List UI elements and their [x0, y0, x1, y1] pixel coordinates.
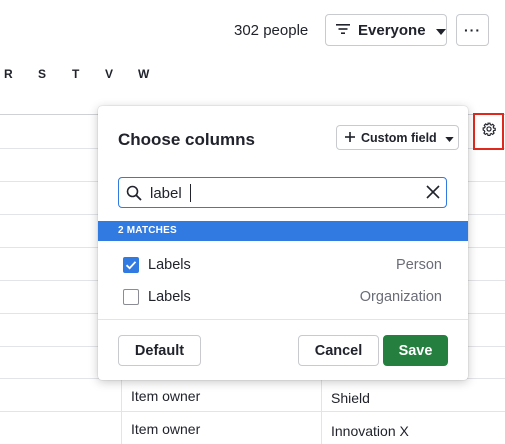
column-option-name: Labels [148, 257, 191, 273]
save-button[interactable]: Save [383, 335, 448, 366]
filter-icon [336, 22, 350, 39]
plus-icon [345, 131, 355, 145]
table-divider [0, 411, 505, 412]
alphabet-letter[interactable]: W [138, 67, 149, 81]
popup-divider [98, 319, 468, 320]
table-cell: Item owner [131, 388, 201, 404]
gear-icon [482, 122, 496, 141]
alphabet-letter[interactable]: T [72, 67, 79, 81]
column-settings-button[interactable] [473, 113, 504, 150]
filter-label: Everyone [358, 21, 426, 39]
column-option-type: Person [396, 257, 442, 273]
filter-dropdown-button[interactable]: Everyone [325, 14, 447, 46]
choose-columns-popup: Choose columns Custom field label 2 MATC… [98, 106, 468, 380]
table-cell: Shield [331, 390, 370, 406]
search-input[interactable] [150, 183, 410, 203]
column-search-field[interactable] [118, 177, 447, 208]
alphabet-letter[interactable]: R [4, 67, 13, 81]
matches-count-bar: 2 MATCHES [98, 221, 468, 241]
checkbox[interactable] [123, 289, 139, 305]
text-cursor [190, 184, 191, 202]
people-count: 302 people [234, 22, 309, 39]
alphabet-letter[interactable]: V [105, 67, 113, 81]
default-button[interactable]: Default [118, 335, 201, 366]
popup-title: Choose columns [118, 130, 255, 149]
column-option-labels-organization[interactable]: Labels Organization [98, 281, 468, 313]
column-divider [321, 378, 322, 444]
search-icon [126, 185, 142, 206]
alphabet-filter: R S T V W [0, 67, 200, 83]
alphabet-letter[interactable]: S [38, 67, 46, 81]
more-icon: ··· [464, 22, 481, 38]
custom-field-label: Custom field [361, 130, 437, 145]
column-divider [121, 378, 122, 444]
checkmark-icon [125, 261, 137, 270]
chevron-down-icon [445, 131, 454, 145]
more-options-button[interactable]: ··· [456, 14, 489, 46]
column-option-name: Labels [148, 289, 191, 305]
checkbox[interactable] [123, 257, 139, 273]
table-cell: Innovation X [331, 423, 409, 439]
cancel-button[interactable]: Cancel [298, 335, 379, 366]
close-icon[interactable] [426, 185, 440, 204]
chevron-down-icon [435, 22, 446, 39]
page: 302 people Everyone ··· R S T V W Item o… [0, 0, 505, 444]
column-option-type: Organization [359, 289, 442, 305]
custom-field-button[interactable]: Custom field [336, 125, 459, 150]
column-option-labels-person[interactable]: Labels Person [98, 249, 468, 281]
table-cell: Item owner [131, 421, 201, 437]
